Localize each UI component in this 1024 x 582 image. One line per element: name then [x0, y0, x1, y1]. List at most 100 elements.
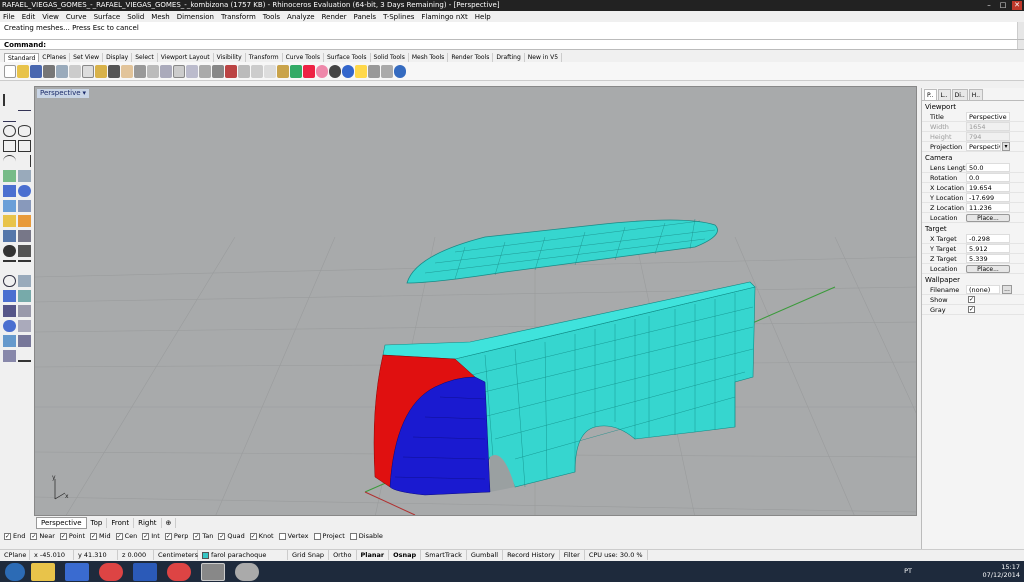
show-icon[interactable] — [264, 64, 276, 78]
command-line[interactable]: Command: — [0, 40, 1024, 50]
properties-icon[interactable] — [303, 64, 315, 78]
projection-select[interactable]: Perspective — [966, 142, 1001, 151]
osnap-cen-checkbox[interactable]: ✓ — [115, 532, 123, 540]
osnap-disable-checkbox[interactable] — [349, 532, 357, 540]
tab-layers[interactable]: L.. — [937, 89, 951, 100]
x-location-field[interactable]: 19.654 — [966, 183, 1010, 192]
color-wheel-icon[interactable] — [316, 64, 328, 78]
four-view-icon[interactable] — [212, 64, 224, 78]
pan-hand-icon[interactable] — [121, 64, 133, 78]
tab-perspective[interactable]: Perspective — [36, 516, 87, 529]
tab-mesh-tools[interactable]: Mesh Tools — [409, 53, 449, 62]
planar-toggle[interactable]: Planar — [357, 550, 390, 560]
mesh-box-icon[interactable] — [18, 200, 31, 212]
copy-icon[interactable] — [82, 64, 94, 78]
start-button-icon[interactable] — [5, 562, 25, 581]
curve-icon[interactable] — [18, 110, 31, 122]
tab-visibility[interactable]: Visibility — [214, 53, 246, 62]
chrome-window-icon[interactable] — [167, 562, 191, 581]
target-place-button[interactable]: Place... — [966, 264, 1010, 273]
osnap-end-checkbox[interactable]: ✓ — [4, 532, 11, 540]
minimize-button[interactable]: – — [984, 1, 994, 10]
tab-top[interactable]: Top — [87, 517, 108, 528]
sphere-render-icon[interactable] — [329, 64, 341, 78]
help-icon[interactable] — [394, 64, 406, 78]
undo-icon[interactable] — [108, 64, 120, 78]
open-folder-icon[interactable] — [17, 64, 29, 78]
camera-place-button[interactable]: Place... — [966, 213, 1010, 222]
ellipse-icon[interactable] — [18, 125, 31, 137]
command-line-scrollbar[interactable] — [1017, 40, 1024, 49]
new-file-icon[interactable] — [4, 64, 16, 78]
copy-object-icon[interactable] — [18, 260, 31, 272]
hatch-icon[interactable] — [18, 320, 31, 332]
move-icon[interactable] — [3, 260, 16, 272]
options-gear-icon[interactable] — [368, 64, 380, 78]
osnap-tan[interactable]: ✓ Tan — [193, 532, 213, 540]
menu-dimension[interactable]: Dimension — [177, 13, 214, 21]
filter-toggle[interactable]: Filter — [560, 550, 585, 560]
extrude-surface-icon[interactable] — [18, 170, 31, 182]
select-arrow-icon[interactable] — [3, 94, 16, 106]
tab-right[interactable]: Right — [134, 517, 162, 528]
file-explorer-icon[interactable] — [31, 562, 55, 581]
chevron-down-icon[interactable]: ▾ — [83, 89, 87, 97]
add-viewport-icon[interactable]: ⊕ — [162, 517, 177, 528]
tab-standard[interactable]: Standard — [4, 53, 40, 62]
explode-icon[interactable] — [18, 215, 31, 227]
command-history-scrollbar[interactable] — [1017, 22, 1024, 39]
filename-field[interactable]: (none) — [966, 285, 1000, 294]
mesh-icon[interactable] — [3, 200, 16, 212]
smarttrack-toggle[interactable]: SmartTrack — [421, 550, 467, 560]
osnap-project-checkbox[interactable] — [313, 532, 321, 540]
osnap-point[interactable]: ✓ Point — [59, 532, 85, 540]
units-label[interactable]: Centimeters — [154, 550, 198, 560]
language-indicator[interactable]: PT — [904, 567, 912, 575]
polyline-icon[interactable] — [3, 110, 16, 122]
osnap-int[interactable]: ✓ Int — [142, 532, 160, 540]
menu-surface[interactable]: Surface — [94, 13, 121, 21]
osnap-mid-checkbox[interactable]: ✓ — [90, 532, 98, 540]
surface-points-icon[interactable] — [3, 170, 16, 182]
menu-view[interactable]: View — [42, 13, 59, 21]
ortho-toggle[interactable]: Ortho — [329, 550, 357, 560]
tab-new-in-v5[interactable]: New in V5 — [525, 53, 563, 62]
current-layer[interactable]: farol parachoque — [198, 550, 288, 560]
fillet-curve-icon[interactable] — [18, 155, 31, 167]
chrome-icon[interactable] — [99, 562, 123, 581]
lens-field[interactable]: 50.0 — [966, 163, 1010, 172]
x-target-field[interactable]: -0.298 — [966, 234, 1010, 243]
osnap-perp[interactable]: ✓ Perp — [164, 532, 188, 540]
rotate-icon[interactable] — [3, 275, 16, 287]
osnap-quad[interactable]: ✓ Quad — [218, 532, 245, 540]
chevron-down-icon[interactable]: ▾ — [1002, 142, 1010, 151]
y-target-field[interactable]: 5.912 — [966, 244, 1010, 253]
polygon-icon[interactable] — [3, 140, 16, 152]
tab-select[interactable]: Select — [132, 53, 158, 62]
text-icon[interactable] — [18, 305, 31, 317]
print-icon[interactable] — [43, 64, 55, 78]
osnap-cen[interactable]: ✓ Cen — [115, 532, 137, 540]
menu-help[interactable]: Help — [475, 13, 491, 21]
tab-solid-tools[interactable]: Solid Tools — [371, 53, 409, 62]
group-icon[interactable] — [3, 245, 16, 257]
light-icon[interactable] — [355, 64, 367, 78]
zoom-selected-icon[interactable] — [186, 64, 198, 78]
osnap-disable[interactable]: Disable — [349, 532, 383, 540]
menu-analyze[interactable]: Analyze — [287, 13, 315, 21]
osnap-toggle[interactable]: Osnap — [389, 550, 422, 560]
rectangle-icon[interactable] — [18, 140, 31, 152]
tab-front[interactable]: Front — [107, 517, 135, 528]
osnap-int-checkbox[interactable]: ✓ — [142, 532, 150, 540]
osnap-point-checkbox[interactable]: ✓ — [59, 532, 67, 540]
rotate-view-icon[interactable] — [134, 64, 146, 78]
title-field[interactable]: Perspective — [966, 112, 1010, 121]
menu-render[interactable]: Render — [322, 13, 347, 21]
tab-display[interactable]: Display — [103, 53, 133, 62]
join-icon[interactable] — [3, 215, 16, 227]
tab-set-view[interactable]: Set View — [70, 53, 104, 62]
layout-icon[interactable] — [18, 335, 31, 347]
box-icon[interactable] — [3, 185, 16, 197]
save-icon[interactable] — [30, 64, 42, 78]
render-icon[interactable] — [342, 64, 354, 78]
